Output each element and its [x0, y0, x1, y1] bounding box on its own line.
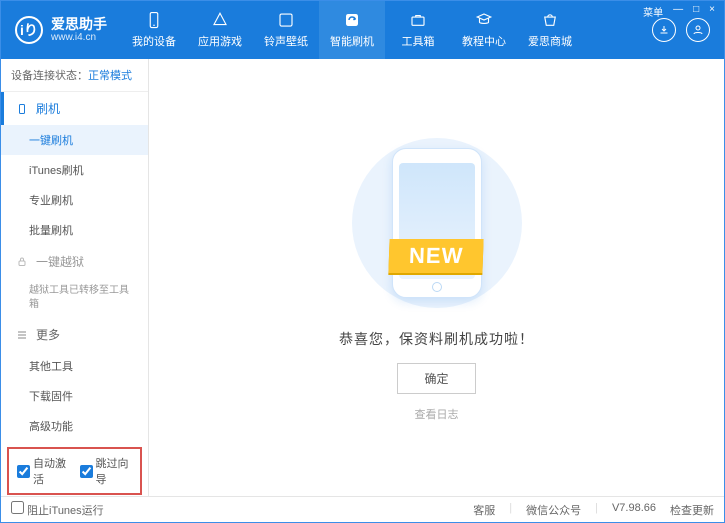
footer: 阻止iTunes运行 客服 | 微信公众号 | V7.98.66 检查更新 — [1, 496, 724, 522]
nav-apps-games[interactable]: 应用游戏 — [187, 1, 253, 59]
separator: | — [509, 502, 512, 518]
block-itunes-input[interactable] — [11, 501, 24, 514]
auto-activate-checkbox[interactable]: 自动激活 — [17, 455, 70, 487]
block-itunes-label: 阻止iTunes运行 — [27, 505, 104, 517]
options-highlight-box: 自动激活 跳过向导 — [7, 447, 142, 495]
phone-illustration — [392, 148, 482, 298]
footer-wechat-link[interactable]: 微信公众号 — [526, 502, 581, 518]
lock-icon — [16, 256, 28, 268]
phone-icon — [144, 11, 164, 29]
store-icon — [540, 11, 560, 29]
footer-check-update-link[interactable]: 检查更新 — [670, 502, 714, 518]
nav-toolbox[interactable]: 工具箱 — [385, 1, 451, 59]
auto-activate-label: 自动激活 — [33, 455, 70, 487]
nav-tutorial[interactable]: 教程中心 — [451, 1, 517, 59]
download-icon — [658, 24, 670, 36]
window-max-button[interactable]: □ — [690, 3, 702, 20]
sidebar-item-download-firmware[interactable]: 下载固件 — [1, 381, 148, 411]
block-itunes-checkbox[interactable]: 阻止iTunes运行 — [11, 501, 104, 518]
separator: | — [595, 502, 598, 518]
brand-title: 爱思助手 — [51, 17, 107, 32]
nav-my-device[interactable]: 我的设备 — [121, 1, 187, 59]
section-flash-title: 刷机 — [36, 100, 60, 117]
app-window: 菜单 — □ × iり 爱思助手 www.i4.cn 我的设备 应用游戏 铃声壁 — [0, 0, 725, 523]
wallpaper-icon — [276, 11, 296, 29]
phone-icon — [16, 103, 28, 115]
section-flash-header[interactable]: 刷机 — [1, 92, 148, 125]
header-actions — [652, 18, 724, 42]
skip-guide-input[interactable] — [80, 465, 93, 478]
tutorial-icon — [474, 11, 494, 29]
connection-status: 设备连接状态：正常模式 — [1, 59, 148, 92]
flash-icon — [342, 11, 362, 29]
sidebar-item-itunes-flash[interactable]: iTunes刷机 — [1, 155, 148, 185]
footer-kefu-link[interactable]: 客服 — [473, 502, 495, 518]
sidebar: 设备连接状态：正常模式 刷机 一键刷机 iTunes刷机 专业刷机 批量刷机 一… — [1, 59, 149, 496]
status-value: 正常模式 — [88, 70, 132, 82]
footer-version: V7.98.66 — [612, 502, 656, 518]
sidebar-item-other-tools[interactable]: 其他工具 — [1, 351, 148, 381]
flash-list: 一键刷机 iTunes刷机 专业刷机 批量刷机 — [1, 125, 148, 245]
new-ribbon: NEW — [389, 239, 485, 273]
window-menu-button[interactable]: 菜单 — [640, 3, 666, 20]
sidebar-item-oneclick-flash[interactable]: 一键刷机 — [1, 125, 148, 155]
skip-guide-label: 跳过向导 — [96, 455, 133, 487]
nav-ringtone-wallpaper[interactable]: 铃声壁纸 — [253, 1, 319, 59]
apps-icon — [210, 11, 230, 29]
status-label: 设备连接状态： — [11, 70, 88, 82]
nav-label: 教程中心 — [462, 33, 506, 49]
nav-label: 工具箱 — [402, 33, 435, 49]
brand-url: www.i4.cn — [51, 32, 107, 43]
nav-label: 应用游戏 — [198, 33, 242, 49]
footer-right: 客服 | 微信公众号 | V7.98.66 检查更新 — [473, 502, 714, 518]
window-controls: 菜单 — □ × — [640, 3, 718, 20]
auto-activate-input[interactable] — [17, 465, 30, 478]
nav-label: 铃声壁纸 — [264, 33, 308, 49]
section-jailbreak-header[interactable]: 一键越狱 — [1, 245, 148, 278]
nav-smart-flash[interactable]: 智能刷机 — [319, 1, 385, 59]
nav-label: 爱思商城 — [528, 33, 572, 49]
sidebar-item-pro-flash[interactable]: 专业刷机 — [1, 185, 148, 215]
user-icon — [692, 24, 704, 36]
window-close-button[interactable]: × — [706, 3, 718, 20]
sidebar-item-batch-flash[interactable]: 批量刷机 — [1, 215, 148, 245]
footer-left: 阻止iTunes运行 — [11, 501, 104, 518]
main-area: 设备连接状态：正常模式 刷机 一键刷机 iTunes刷机 专业刷机 批量刷机 一… — [1, 59, 724, 496]
section-more-header[interactable]: 更多 — [1, 318, 148, 351]
nav-label: 我的设备 — [132, 33, 176, 49]
content-panel: NEW 恭喜您，保资料刷机成功啦！ 确定 查看日志 — [149, 59, 724, 496]
success-illustration: NEW — [327, 133, 547, 313]
brand-block: iり 爱思助手 www.i4.cn — [1, 16, 121, 44]
nav-store[interactable]: 爱思商城 — [517, 1, 583, 59]
section-jailbreak-title: 一键越狱 — [36, 253, 84, 270]
nav-label: 智能刷机 — [330, 33, 374, 49]
section-more-title: 更多 — [36, 326, 60, 343]
view-log-link[interactable]: 查看日志 — [415, 406, 459, 422]
top-nav: 我的设备 应用游戏 铃声壁纸 智能刷机 工具箱 教程中心 — [121, 1, 652, 59]
brand-logo-icon: iり — [15, 16, 43, 44]
download-button[interactable] — [652, 18, 676, 42]
menu-icon — [16, 329, 28, 341]
header: 菜单 — □ × iり 爱思助手 www.i4.cn 我的设备 应用游戏 铃声壁 — [1, 1, 724, 59]
window-min-button[interactable]: — — [670, 3, 686, 20]
ok-button[interactable]: 确定 — [397, 363, 475, 394]
sidebar-item-advanced[interactable]: 高级功能 — [1, 411, 148, 441]
toolbox-icon — [408, 11, 428, 29]
success-message: 恭喜您，保资料刷机成功啦！ — [339, 329, 534, 349]
user-button[interactable] — [686, 18, 710, 42]
skip-guide-checkbox[interactable]: 跳过向导 — [80, 455, 133, 487]
more-list: 其他工具 下载固件 高级功能 — [1, 351, 148, 441]
jailbreak-note: 越狱工具已转移至工具箱 — [1, 278, 148, 318]
